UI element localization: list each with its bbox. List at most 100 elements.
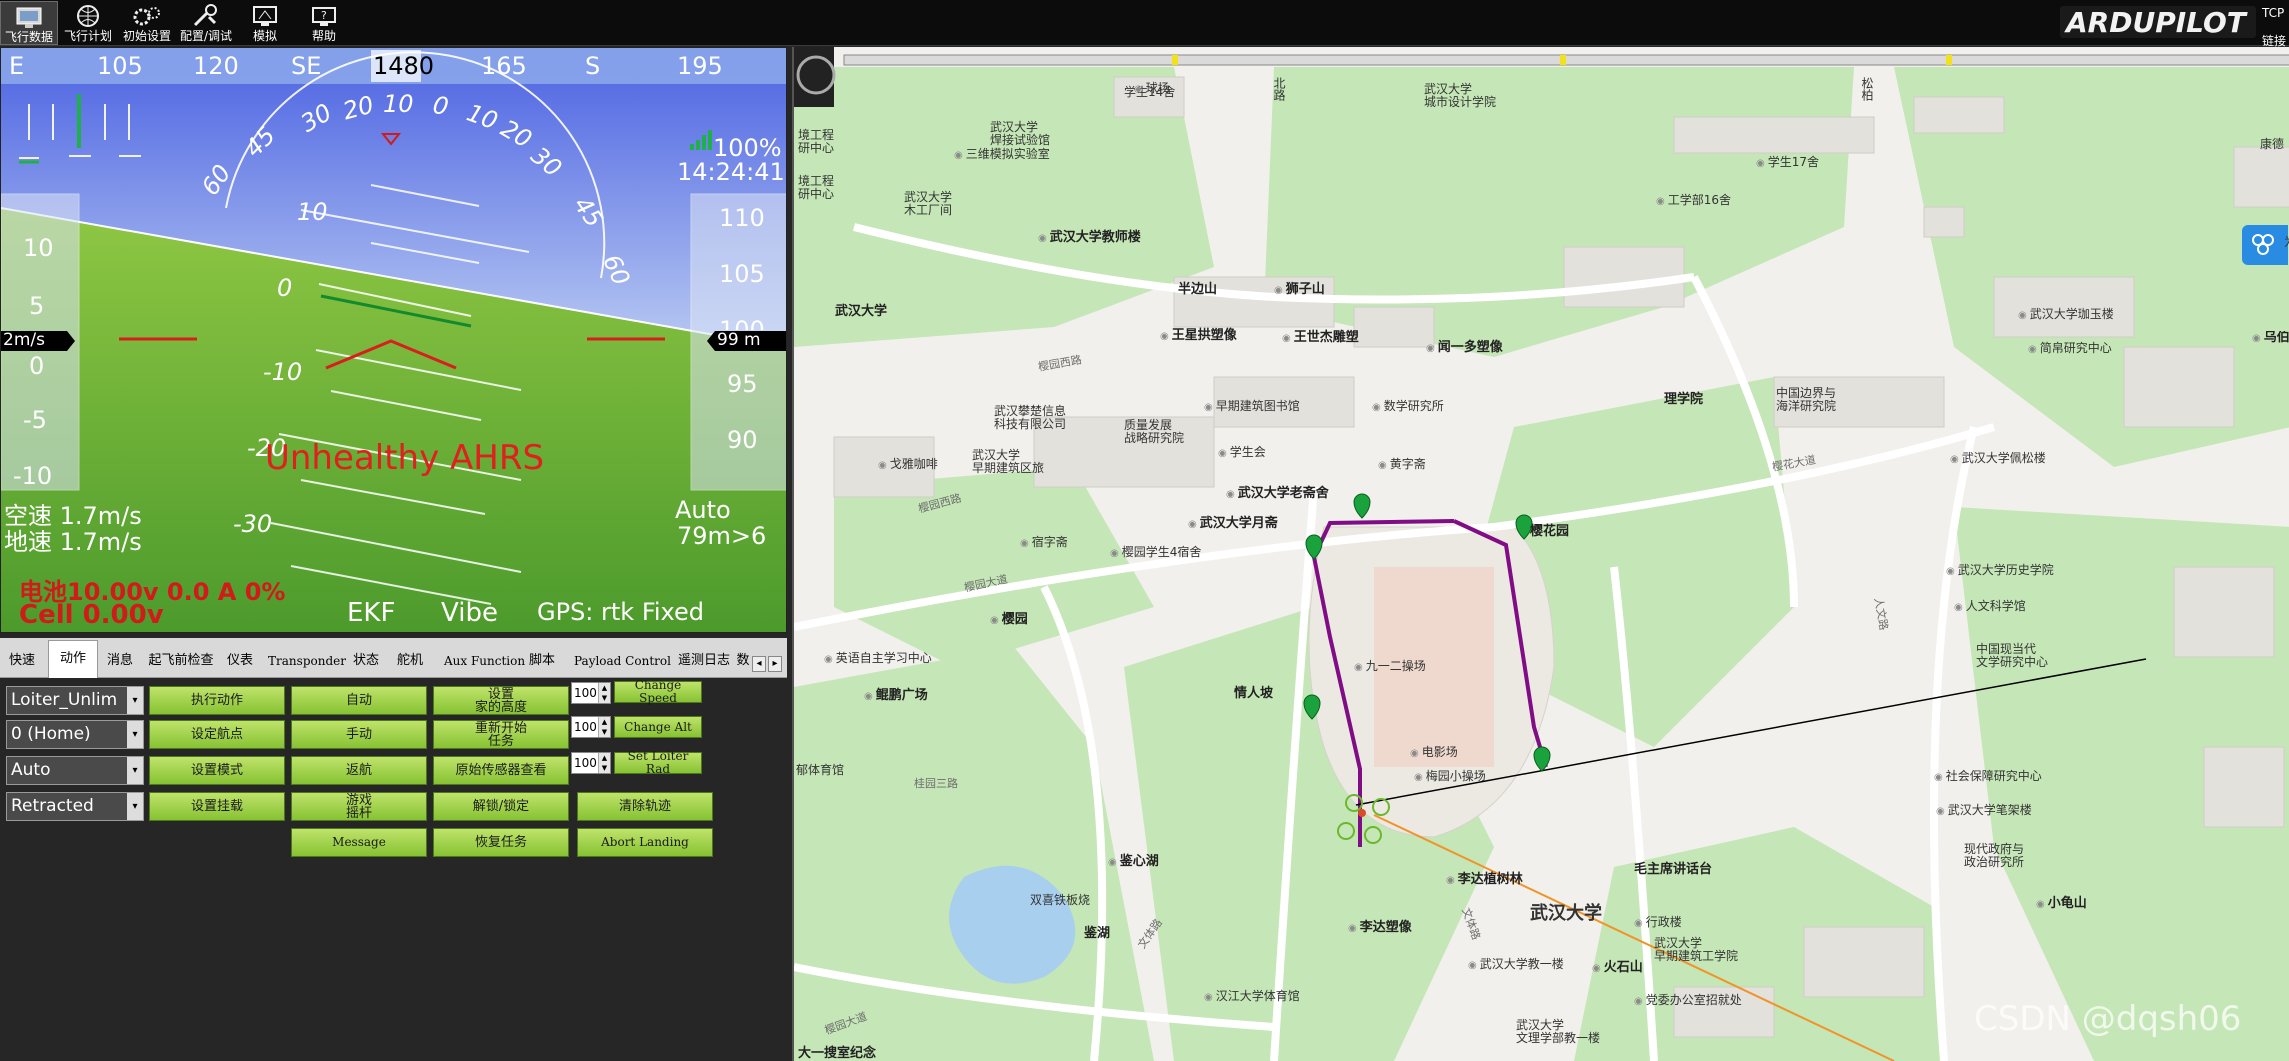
map-label-history: 武汉大学历史学院 <box>1946 563 2054 579</box>
mount-select[interactable]: Retracted ▾ <box>6 792 144 821</box>
help-icon: ? <box>312 7 336 26</box>
watermark: CSDN @dqsh06 <box>1974 999 2242 1039</box>
ardupilot-logo: ARDUPILOT <box>2060 6 2256 39</box>
flight-data-button[interactable]: 飞行数据 <box>0 1 58 45</box>
flight-plan-icon <box>77 5 99 27</box>
rtl-button[interactable]: 返航 <box>291 756 427 785</box>
map-label-jiamu: 武汉大学珈玉楼 <box>2018 307 2114 323</box>
map-label-guiyuan-road: 桂园三路 <box>914 777 958 790</box>
manual-button[interactable]: 手动 <box>291 720 427 749</box>
speed-tick: 5 <box>29 292 45 320</box>
tab-preflight[interactable]: 起飞前检查 <box>148 646 214 676</box>
map-label-math: 数学研究所 <box>1372 399 1444 415</box>
set-mode-button[interactable]: 设置模式 <box>149 756 285 785</box>
map-label-social: 社会保障研究中心 <box>1934 769 2042 785</box>
mission-planner-window: 飞行数据 飞行计划 初始设置 配置/调试 模拟 ? 帮助 ARDUPILOT T… <box>0 0 2289 1061</box>
tab-aux-function[interactable]: Aux Function <box>444 646 525 676</box>
compass-label: 105 <box>97 52 143 80</box>
tab-telemetry-logs[interactable]: 遥测日志 <box>676 646 732 676</box>
map-label-shizishan: 狮子山 <box>1274 283 1325 298</box>
map-label-study: 英语自主学习中心 <box>824 651 932 667</box>
clear-track-button[interactable]: 清除轨迹 <box>577 792 713 821</box>
map-label-cinema: 电影场 <box>1410 745 1458 761</box>
config-tuning-button[interactable]: 配置/调试 <box>177 1 235 45</box>
compass-label: S <box>585 52 601 80</box>
tab-servo[interactable]: 舵机 <box>392 646 428 676</box>
roll-label: 10 <box>383 90 414 118</box>
waypoint-select[interactable]: 0 (Home) ▾ <box>6 720 144 749</box>
compass-label: 195 <box>677 52 723 80</box>
altitude-stepper[interactable]: 100 ▲ ▼ <box>571 716 611 738</box>
speed-stepper[interactable]: 100 ▲ ▼ <box>571 682 611 704</box>
tab-quick[interactable]: 快速 <box>4 646 40 676</box>
tab-messages[interactable]: 消息 <box>102 646 138 676</box>
help-button[interactable]: ? 帮助 <box>295 1 353 45</box>
stepper-arrows-icon[interactable]: ▲ ▼ <box>598 753 610 773</box>
change-speed-button[interactable]: Change Speed <box>614 679 702 705</box>
connection-label[interactable]: TCP 链接 <box>2262 6 2286 48</box>
map-label-lit: 武汉大学 文理学部教一楼 <box>1516 1018 1601 1045</box>
map-label-stadium: 九一二操场 <box>1354 659 1426 675</box>
stepper-arrows-icon[interactable]: ▲ ▼ <box>598 683 610 703</box>
chevron-down-icon[interactable]: ▾ <box>127 721 143 748</box>
vibe-status[interactable]: Vibe <box>441 598 498 628</box>
resume-mission-button[interactable]: 恢复任务 <box>433 828 569 857</box>
map-toolbox-button[interactable] <box>2242 225 2288 265</box>
map-label-wood: 武汉大学 木工厂间 <box>904 190 953 217</box>
set-mount-button[interactable]: 设置挂载 <box>149 792 285 821</box>
tab-scroll-left-icon[interactable]: ◂ <box>752 656 766 672</box>
set-loiter-rad-button[interactable]: Set Loiter Rad <box>614 750 702 776</box>
tab-scripts[interactable]: 脚本 <box>524 646 560 676</box>
speed-tick: -10 <box>13 462 53 490</box>
tab-gauges[interactable]: 仪表 <box>222 646 258 676</box>
tab-actions[interactable]: 动作 <box>48 640 98 678</box>
flight-data-tabs: 快速 动作 消息 起飞前检查 仪表 Transponder 状态 舵机 Aux … <box>0 638 787 678</box>
map-label-quality: 质量发展 战略研究院 <box>1124 418 1185 445</box>
ahrs-warning: Unhealthy AHRS <box>265 438 545 478</box>
map-label-meiyuan: 梅园小操场 <box>1414 769 1486 785</box>
speed-readout: 2m/s <box>3 330 45 350</box>
map-label-old-dorm: 武汉大学老斋舍 <box>1226 487 1329 502</box>
map-label-lab3: 三维模拟实验室 <box>954 147 1050 163</box>
change-alt-button[interactable]: Change Alt <box>614 716 702 738</box>
alt-tick: 90 <box>727 426 758 454</box>
simulation-button[interactable]: 模拟 <box>236 1 294 45</box>
chevron-down-icon[interactable]: ▾ <box>127 793 143 820</box>
mode-select[interactable]: Auto ▾ <box>6 756 144 785</box>
set-home-alt-button[interactable]: 设置 家的高度 <box>433 686 569 715</box>
chevron-down-icon[interactable]: ▾ <box>127 687 143 714</box>
map-panel[interactable]: 武汉大学 武汉大学 理学院 武汉大学老斋舍 武汉大学月斋 毛主席讲话台 九一二操… <box>792 47 2289 1061</box>
mission-command-select[interactable]: Loiter_Unlim ▾ <box>6 686 144 715</box>
set-waypoint-button[interactable]: 设定航点 <box>149 720 285 749</box>
initial-setup-button[interactable]: 初始设置 <box>118 1 176 45</box>
map-label-wuyi: 乌伯 <box>2252 331 2289 346</box>
tab-status[interactable]: 状态 <box>348 646 384 676</box>
tab-transponder[interactable]: Transponder <box>268 646 346 676</box>
map-label-yulin: 郁体育馆 <box>796 763 845 777</box>
joystick-button[interactable]: 游戏 摇杆 <box>291 792 427 821</box>
map-label-lecture: 毛主席讲话台 <box>1634 862 1713 877</box>
do-action-button[interactable]: 执行动作 <box>149 686 285 715</box>
svg-text:?: ? <box>321 9 327 22</box>
flight-data-icon <box>16 7 42 28</box>
map-label-campus: 武汉大学 <box>1530 903 1602 924</box>
map-label-gym: 汉江大学体育馆 <box>1204 989 1300 1005</box>
message-button[interactable]: Message <box>291 828 427 857</box>
map-label-science: 理学院 <box>1664 392 1704 407</box>
map-label-bottom1: 大一搜室纪念 <box>798 1046 877 1061</box>
restart-mission-button[interactable]: 重新开始 任务 <box>433 720 569 749</box>
ekf-status[interactable]: EKF <box>347 598 395 628</box>
abort-landing-button[interactable]: Abort Landing <box>577 828 713 857</box>
raw-sensor-view-button[interactable]: 原始传感器查看 <box>433 756 569 785</box>
flight-plan-button[interactable]: 飞行计划 <box>59 1 117 45</box>
arm-disarm-button[interactable]: 解锁/锁定 <box>433 792 569 821</box>
loiter-radius-stepper[interactable]: 100 ▲ ▼ <box>571 752 611 774</box>
map-label-wen-yiduo: 闻一多塑像 <box>1426 341 1503 356</box>
tab-data[interactable]: 数 <box>736 646 750 676</box>
map-label-teacher1: 武汉大学教一楼 <box>1468 957 1564 973</box>
tab-payload-control[interactable]: Payload Control <box>574 646 671 676</box>
auto-button[interactable]: 自动 <box>291 686 427 715</box>
chevron-down-icon[interactable]: ▾ <box>127 757 143 784</box>
stepper-arrows-icon[interactable]: ▲ ▼ <box>598 717 610 737</box>
tab-scroll-right-icon[interactable]: ▸ <box>768 656 782 672</box>
